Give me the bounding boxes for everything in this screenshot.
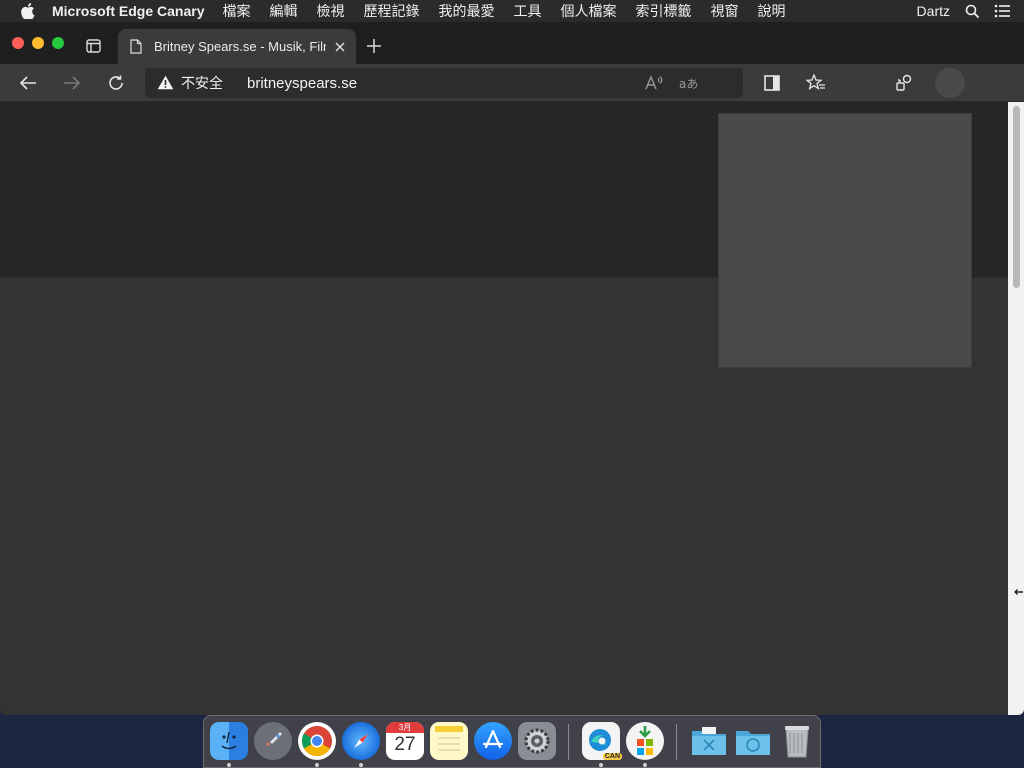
chrome-icon[interactable] <box>298 722 336 760</box>
menu-edit[interactable]: 編輯 <box>269 1 297 21</box>
autoupdate-running-indicator <box>643 763 647 767</box>
minimize-window-button[interactable] <box>32 37 44 49</box>
microsoft-autoupdate-icon[interactable] <box>626 722 664 760</box>
safari-icon[interactable] <box>342 722 380 760</box>
menu-view[interactable]: 檢視 <box>316 1 344 21</box>
control-center-icon[interactable] <box>994 3 1010 19</box>
notes-icon[interactable] <box>430 722 468 760</box>
spotlight-search-icon[interactable] <box>964 3 980 19</box>
menu-profiles[interactable]: 個人檔案 <box>560 1 616 21</box>
menu-history[interactable]: 歷程記錄 <box>363 1 419 21</box>
system-preferences-icon[interactable] <box>518 722 556 760</box>
calendar-day: 27 <box>394 734 416 755</box>
close-window-button[interactable] <box>12 37 24 49</box>
security-status-label[interactable]: 不安全 <box>181 73 223 93</box>
profile-avatar[interactable] <box>935 68 965 98</box>
finder-running-indicator <box>227 763 231 767</box>
zoom-window-button[interactable] <box>52 37 64 49</box>
edge-running-indicator <box>599 763 603 767</box>
calendar-month: 3月 <box>386 722 424 733</box>
scrollbar-thumb[interactable] <box>1013 106 1020 288</box>
menu-tools[interactable]: 工具 <box>513 1 541 21</box>
tab-title: Britney Spears.se - Musik, Film <box>154 39 326 54</box>
menu-file[interactable]: 檔案 <box>222 1 250 21</box>
svg-text:aあ: aあ <box>679 77 698 91</box>
translate-icon[interactable]: aあ <box>679 75 699 91</box>
menu-favorites[interactable]: 我的最愛 <box>438 1 494 21</box>
page-content <box>0 102 1008 715</box>
resize-cursor-icon <box>1014 584 1024 595</box>
back-arrow-icon[interactable] <box>18 73 38 93</box>
tab-strip: Britney Spears.se - Musik, Film <box>0 22 1024 64</box>
dock: 3月 27 CAN <box>203 715 821 768</box>
chrome-running-indicator <box>315 763 319 767</box>
calendar-icon[interactable]: 3月 27 <box>386 722 424 760</box>
canary-badge: CAN <box>602 753 622 760</box>
read-aloud-icon[interactable] <box>645 75 663 91</box>
trash-icon[interactable] <box>778 722 816 760</box>
tab-active[interactable]: Britney Spears.se - Musik, Film <box>118 29 356 64</box>
menu-window[interactable]: 視窗 <box>710 1 738 21</box>
favorites-icon[interactable] <box>806 73 826 93</box>
forward-arrow-icon[interactable] <box>62 73 82 93</box>
url-text[interactable]: britneyspears.se <box>247 75 357 92</box>
app-store-icon[interactable] <box>474 722 512 760</box>
new-tab-icon[interactable] <box>366 38 382 54</box>
menubar-user-name[interactable]: Dartz <box>917 3 950 19</box>
downloads-folder-icon[interactable] <box>734 722 772 760</box>
menu-tabs[interactable]: 索引標籤 <box>635 1 691 21</box>
applications-folder-icon[interactable] <box>690 722 728 760</box>
dock-separator <box>568 724 569 760</box>
tab-actions-icon[interactable] <box>86 39 101 53</box>
extensions-icon[interactable] <box>894 73 914 93</box>
browser-window: Britney Spears.se - Musik, Film 不安全 brit… <box>0 22 1024 715</box>
finder-icon[interactable] <box>210 722 248 760</box>
menu-help[interactable]: 說明 <box>757 1 785 21</box>
navigation-toolbar: 不安全 britneyspears.se aあ <box>0 64 1024 102</box>
dock-separator <box>676 724 677 760</box>
close-tab-icon[interactable] <box>334 41 346 53</box>
image-placeholder <box>718 113 972 368</box>
page-icon <box>130 38 144 55</box>
apple-menu-icon[interactable] <box>18 0 38 22</box>
safari-running-indicator <box>359 763 363 767</box>
edge-canary-icon[interactable]: CAN <box>582 722 622 760</box>
launchpad-icon[interactable] <box>254 722 292 760</box>
vertical-scrollbar[interactable] <box>1008 102 1024 715</box>
split-screen-icon[interactable] <box>762 73 782 93</box>
warning-icon[interactable] <box>157 75 175 91</box>
refresh-icon[interactable] <box>106 73 126 93</box>
address-bar[interactable]: 不安全 britneyspears.se aあ <box>145 68 743 98</box>
menu-bar: Microsoft Edge Canary 檔案 編輯 檢視 歷程記錄 我的最愛… <box>0 0 1024 22</box>
app-name-menu[interactable]: Microsoft Edge Canary <box>52 3 204 19</box>
